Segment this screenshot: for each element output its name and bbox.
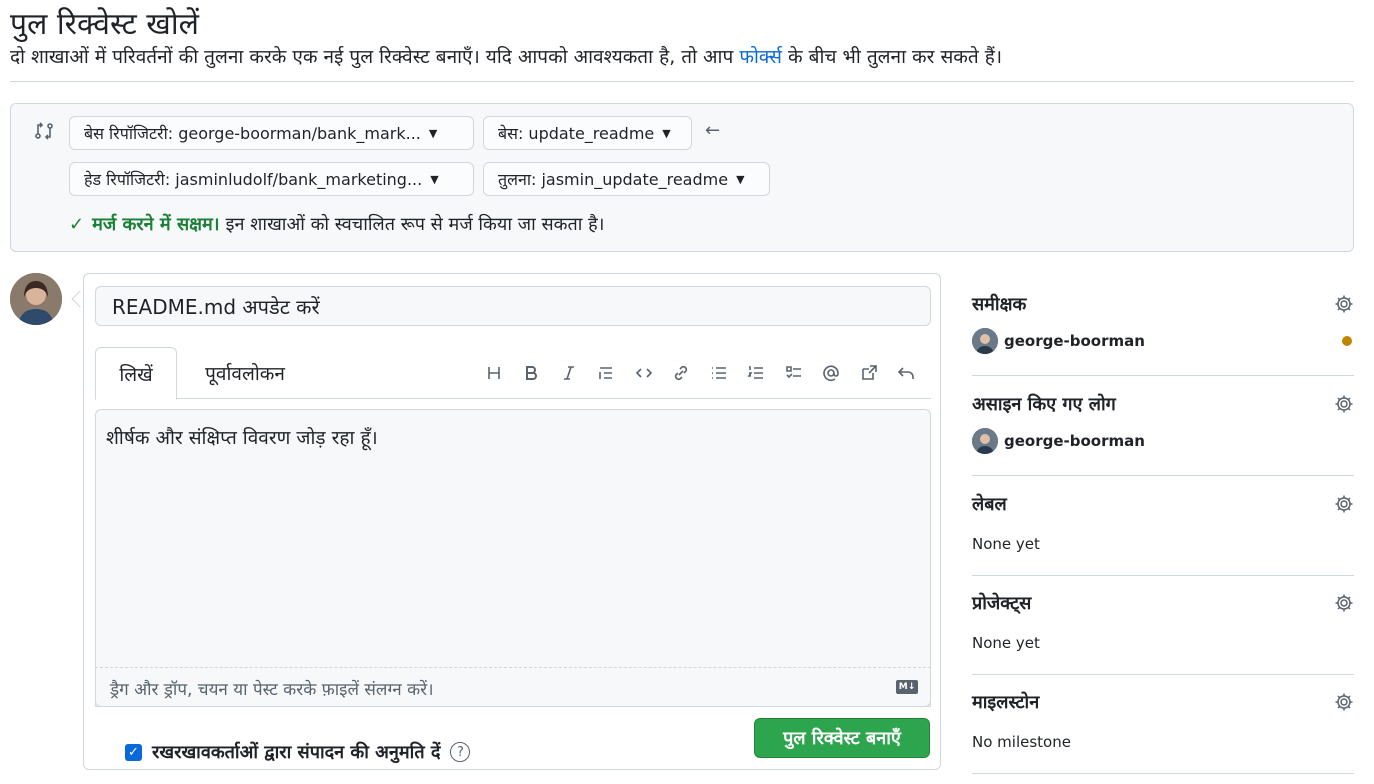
markdown-icon: M↓ [896,680,918,694]
body-text: शीर्षक और संक्षिप्त विवरण जोड़ रहा हूँ। [106,427,378,449]
base-repository-select[interactable]: बेस रिपॉजिटरी: george-boorman/bank_mark.… [69,116,474,150]
body-textarea[interactable]: शीर्षक और संक्षिप्त विवरण जोड़ रहा हूँ। [95,409,931,707]
assignees-heading: असाइन किए गए लोग [972,394,1116,415]
base-branch-select[interactable]: बेस: update_readme ▼ [483,116,692,150]
help-icon[interactable]: ? [450,742,471,762]
sidebar-reviewers: समीक्षक george-boorman [972,280,1354,376]
caret-down-icon: ▼ [430,172,439,186]
allow-edits-checkbox[interactable]: ✓ [125,743,142,761]
subtitle-text-start: दो शाखाओं में परिवर्तनों की तुलना करके ए… [10,46,740,68]
code-icon[interactable] [625,359,663,387]
tab-write[interactable]: लिखें [95,347,177,400]
projects-value: None yet [972,634,1040,652]
sidebar-labels: लेबल None yet [972,480,1354,576]
milestone-value: No milestone [972,733,1071,751]
compare-branch-select[interactable]: तुलना: jasmin_update_readme ▼ [483,162,770,196]
projects-heading: प्रोजेक्ट्स [972,593,1032,614]
markdown-toolbar [475,359,925,387]
avatar[interactable] [10,273,62,325]
italic-icon[interactable] [550,359,588,387]
assignee-name: george-boorman [1004,432,1145,450]
unordered-list-icon[interactable] [700,359,738,387]
title-input[interactable] [95,286,931,326]
allow-maintainer-edits: ✓ रखरखावकर्ताओं द्वारा संपादन की अनुमति … [125,740,471,764]
quote-icon[interactable] [588,359,626,387]
reviewer-name: george-boorman [1004,332,1145,350]
gear-icon[interactable] [1334,692,1354,712]
gear-icon[interactable] [1334,593,1354,613]
base-branch-label: बेस: update_readme [498,124,655,143]
bold-icon[interactable] [513,359,551,387]
page-subtitle: दो शाखाओं में परिवर्तनों की तुलना करके ए… [10,43,1002,69]
compare-icon [33,120,55,142]
gear-icon[interactable] [1334,294,1354,314]
reviewer-user[interactable]: george-boorman [972,328,1145,354]
reviewers-heading: समीक्षक [972,294,1027,315]
labels-heading: लेबल [972,494,1007,515]
allow-edits-label: रखरखावकर्ताओं द्वारा संपादन की अनुमति दे… [152,742,441,763]
merge-ok-text: मर्ज करने में सक्षम। [92,214,220,235]
sidebar-assignees: असाइन किए गए लोग george-boorman [972,380,1354,476]
create-pull-request-button[interactable]: पुल रिक्वेस्ट बनाएँ [754,718,930,758]
heading-icon[interactable] [475,359,513,387]
labels-value: None yet [972,535,1040,553]
title-divider [10,81,1354,82]
cross-reference-icon[interactable] [850,359,888,387]
caret-down-icon: ▼ [428,126,438,140]
arrow-left-icon: ← [705,120,721,141]
gear-icon[interactable] [1334,494,1354,514]
gear-icon[interactable] [1334,394,1354,414]
merge-status: ✓ मर्ज करने में सक्षम। इन शाखाओं को स्वच… [69,212,604,236]
link-icon[interactable] [663,359,701,387]
forks-link[interactable]: फोर्क्स [739,46,782,68]
avatar [972,428,998,454]
merge-description: इन शाखाओं को स्वचालित रूप से मर्ज किया ज… [225,214,605,235]
ordered-list-icon[interactable] [738,359,776,387]
undo-icon[interactable] [888,359,926,387]
editor-panel: लिखें पूर्वावलोकन शीर्षक और संक्षिप्त वि… [83,273,941,770]
head-repository-select[interactable]: हेड रिपॉजिटरी: jasminludolf/bank_marketi… [69,162,474,196]
task-list-icon[interactable] [775,359,813,387]
mention-icon[interactable] [813,359,851,387]
check-icon: ✓ [69,213,85,235]
page-title: पुल रिक्वेस्ट खोलें [10,7,199,42]
milestone-heading: माइलस्टोन [972,692,1040,713]
editor-tabbar: लिखें पूर्वावलोकन [95,347,931,400]
tab-preview[interactable]: पूर्वावलोकन [195,347,295,399]
avatar [972,328,998,354]
caret-down-icon: ▼ [736,172,745,186]
caret-down-icon: ▼ [662,126,671,140]
attach-files-bar[interactable]: ड्रैग और ड्रॉप, चयन या पेस्ट करके फ़ाइले… [95,667,931,707]
sidebar-milestone: माइलस्टोन No milestone [972,678,1354,774]
pending-review-dot [1342,336,1352,346]
sidebar-projects: प्रोजेक्ट्स None yet [972,579,1354,675]
base-repository-label: बेस रिपॉजिटरी: george-boorman/bank_mark.… [84,124,421,143]
head-repository-label: हेड रिपॉजिटरी: jasminludolf/bank_marketi… [84,170,423,189]
compare-branch-label: तुलना: jasmin_update_readme [498,170,729,189]
attach-hint: ड्रैग और ड्रॉप, चयन या पेस्ट करके फ़ाइले… [110,680,434,700]
compare-box: बेस रिपॉजिटरी: george-boorman/bank_mark.… [10,103,1354,252]
assignee-user[interactable]: george-boorman [972,428,1145,454]
subtitle-text-end: के बीच भी तुलना कर सकते हैं। [781,46,1003,68]
